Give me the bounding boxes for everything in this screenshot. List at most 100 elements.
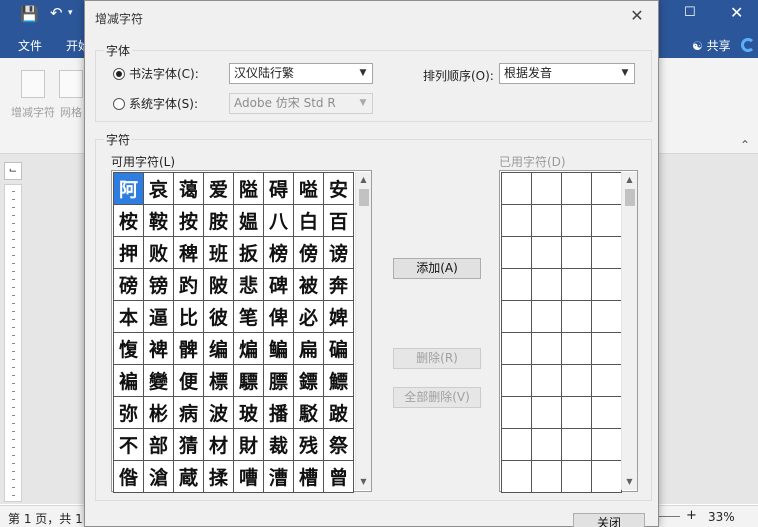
char-cell[interactable]: 奔 (324, 269, 354, 301)
used-char-cell[interactable] (592, 429, 622, 461)
system-font-radio[interactable]: 系统字体(S): (113, 95, 198, 112)
char-cell[interactable]: 愎 (114, 333, 144, 365)
char-cell[interactable]: 按 (174, 205, 204, 237)
close-button[interactable]: 关闭 (573, 513, 645, 527)
char-cell[interactable]: 本 (114, 301, 144, 333)
char-cell[interactable]: 镑 (144, 269, 174, 301)
dialog-close-icon[interactable]: ✕ (628, 6, 646, 25)
char-cell[interactable]: 傍 (294, 237, 324, 269)
char-cell[interactable]: 部 (144, 429, 174, 461)
used-char-cell[interactable] (502, 333, 532, 365)
char-cell[interactable]: 婢 (324, 301, 354, 333)
sort-order-select[interactable]: 根据发音 ▼ (499, 63, 635, 84)
char-cell[interactable]: 必 (294, 301, 324, 333)
char-cell[interactable]: 安 (324, 173, 354, 205)
char-cell[interactable]: 押 (114, 237, 144, 269)
char-cell[interactable]: 鏢 (294, 365, 324, 397)
char-cell[interactable]: 波 (204, 397, 234, 429)
char-cell[interactable]: 爱 (204, 173, 234, 205)
char-cell[interactable]: 蔼 (174, 173, 204, 205)
used-char-cell[interactable] (532, 397, 562, 429)
char-cell[interactable]: 驃 (234, 365, 264, 397)
used-chars-scrollbar[interactable]: ▲ ▼ (621, 172, 637, 490)
char-cell[interactable]: 胺 (204, 205, 234, 237)
used-char-cell[interactable] (592, 365, 622, 397)
char-cell[interactable]: 材 (204, 429, 234, 461)
scroll-up-icon[interactable]: ▲ (356, 172, 371, 188)
char-cell[interactable]: 白 (294, 205, 324, 237)
char-cell[interactable]: 八 (264, 205, 294, 237)
char-cell[interactable]: 陂 (204, 269, 234, 301)
char-cell[interactable]: 裨 (144, 333, 174, 365)
char-cell[interactable]: 俾 (264, 301, 294, 333)
char-cell[interactable]: 碑 (264, 269, 294, 301)
used-char-cell[interactable] (592, 397, 622, 429)
char-cell[interactable]: 榜 (264, 237, 294, 269)
used-char-cell[interactable] (592, 301, 622, 333)
used-char-cell[interactable] (562, 333, 592, 365)
available-chars-scrollbar[interactable]: ▲ ▼ (355, 172, 371, 490)
used-chars-grid[interactable]: ▲ ▼ (499, 170, 638, 493)
used-char-cell[interactable] (592, 205, 622, 237)
add-button[interactable]: 添加(A) (393, 258, 481, 279)
used-char-cell[interactable] (532, 173, 562, 205)
char-cell[interactable]: 蔵 (174, 461, 204, 493)
tab-selector[interactable]: ⌙ (4, 162, 22, 180)
scroll-thumb[interactable] (625, 189, 635, 206)
used-char-cell[interactable] (562, 397, 592, 429)
char-cell[interactable]: 鞍 (144, 205, 174, 237)
char-cell[interactable]: 槽 (294, 461, 324, 493)
used-char-cell[interactable] (502, 237, 532, 269)
char-cell[interactable]: 褊 (114, 365, 144, 397)
char-cell[interactable]: 揉 (204, 461, 234, 493)
char-cell[interactable]: 彬 (144, 397, 174, 429)
char-cell[interactable]: 隘 (234, 173, 264, 205)
char-cell[interactable]: 猜 (174, 429, 204, 461)
char-cell[interactable]: 嘈 (234, 461, 264, 493)
char-cell[interactable]: 媪 (234, 205, 264, 237)
char-cell[interactable]: 班 (204, 237, 234, 269)
used-char-cell[interactable] (502, 429, 532, 461)
used-char-cell[interactable] (592, 461, 622, 493)
char-cell[interactable]: 哀 (144, 173, 174, 205)
used-char-cell[interactable] (562, 365, 592, 397)
used-char-cell[interactable] (502, 461, 532, 493)
delete-button[interactable]: 删除(R) (393, 348, 481, 369)
used-char-cell[interactable] (592, 333, 622, 365)
used-char-cell[interactable] (502, 173, 532, 205)
char-cell[interactable]: 鰾 (324, 365, 354, 397)
char-cell[interactable]: 败 (144, 237, 174, 269)
undo-icon[interactable]: ↶ (50, 4, 63, 22)
window-close-icon[interactable]: ✕ (730, 3, 743, 22)
char-cell[interactable]: 谤 (324, 237, 354, 269)
char-cell[interactable]: 悲 (234, 269, 264, 301)
char-cell[interactable]: 笔 (234, 301, 264, 333)
char-cell[interactable]: 扁 (294, 333, 324, 365)
scroll-thumb[interactable] (359, 189, 369, 206)
used-char-cell[interactable] (532, 237, 562, 269)
save-icon[interactable]: 💾 (20, 5, 39, 23)
used-char-cell[interactable] (532, 429, 562, 461)
zoom-in-icon[interactable]: + (686, 508, 697, 523)
char-cell[interactable]: 髀 (174, 333, 204, 365)
char-cell[interactable]: 駁 (294, 397, 324, 429)
char-cell[interactable]: 鳊 (264, 333, 294, 365)
char-cell[interactable]: 阿 (114, 173, 144, 205)
zoom-level[interactable]: 33% (708, 510, 735, 524)
used-char-cell[interactable] (592, 269, 622, 301)
collapse-ribbon-icon[interactable]: ⌃ (740, 138, 750, 152)
used-char-cell[interactable] (532, 301, 562, 333)
char-cell[interactable]: 桉 (114, 205, 144, 237)
system-font-select[interactable]: Adobe 仿宋 Std R ▼ (229, 93, 373, 114)
char-cell[interactable]: 百 (324, 205, 354, 237)
char-cell[interactable]: 祭 (324, 429, 354, 461)
char-cell[interactable]: 碥 (324, 333, 354, 365)
used-char-cell[interactable] (562, 269, 592, 301)
used-char-cell[interactable] (532, 333, 562, 365)
char-cell[interactable]: 玻 (234, 397, 264, 429)
char-cell[interactable]: 残 (294, 429, 324, 461)
used-char-cell[interactable] (592, 173, 622, 205)
used-char-cell[interactable] (562, 301, 592, 333)
char-cell[interactable]: 變 (144, 365, 174, 397)
char-cell[interactable]: 弥 (114, 397, 144, 429)
